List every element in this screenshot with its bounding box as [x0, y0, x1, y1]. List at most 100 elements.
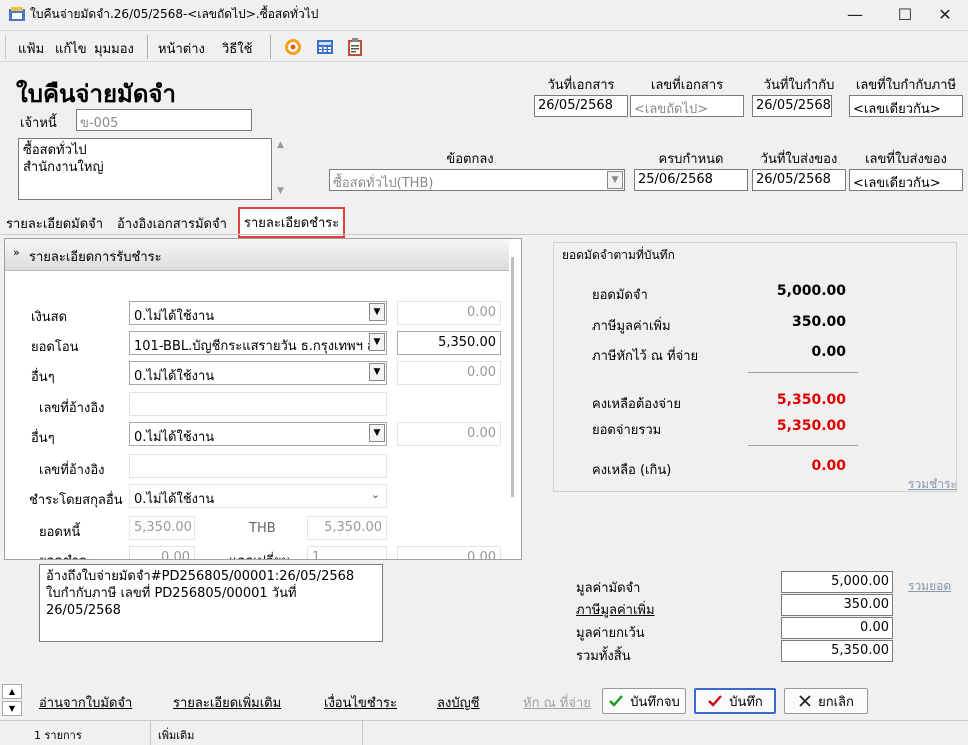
read-deposit-link[interactable]: อ่านจากใบมัดจำ	[39, 692, 132, 713]
vat-label: ภาษีมูลค่าเพิ่ม	[592, 319, 671, 334]
tab-divider	[0, 234, 968, 235]
totals-deposit-value: 5,000.00	[781, 571, 893, 593]
transfer-amount[interactable]: 5,350.00	[397, 331, 501, 355]
menu-help[interactable]: วิธีใช้	[222, 38, 252, 59]
post-ledger-link[interactable]: ลงบัญชี	[437, 692, 479, 713]
chevron-up-icon[interactable]: ▲	[2, 684, 22, 699]
totals-vat-label[interactable]: ภาษีมูลค่าเพิ่ม	[576, 599, 655, 620]
tax-date-field[interactable]: 26/05/2568	[752, 95, 832, 117]
check-icon	[609, 695, 624, 707]
scroll-up-icon[interactable]: ▲	[277, 140, 284, 150]
tax-no-field[interactable]: <เลขเดียวกัน>	[849, 95, 963, 117]
wht-value: 0.00	[811, 344, 846, 360]
minimize-button[interactable]: —	[832, 0, 878, 28]
ref2-label: เลขที่อ้างอิง	[39, 463, 105, 478]
chevron-down-icon[interactable]: ▼	[607, 171, 623, 189]
totals-deposit-label: มูลค่ามัดจำ	[576, 581, 641, 596]
paid-amount[interactable]: 0.00	[129, 546, 195, 559]
delivery-date-label: วันที่ใบส่งของ	[760, 152, 838, 167]
terms-label: ข้อตกลง	[446, 152, 494, 167]
panel-scrollbar[interactable]	[511, 257, 514, 497]
totals-total-value: 5,350.00	[781, 640, 893, 662]
status-divider	[362, 721, 363, 745]
window-title: ใบคืนจ่ายมัดจำ.26/05/2568-<เลขถัดไป>.ซื้…	[30, 7, 319, 21]
creditor-field[interactable]: ข-005	[76, 109, 252, 131]
transfer-select[interactable]: 101-BBL.บัญชีกระแสรายวัน ธ.กรุงเทพฯ ส ▼	[129, 331, 387, 355]
chevron-down-icon[interactable]: ▼	[369, 363, 385, 381]
terms-select[interactable]: ซื้อสดทั่วไป(THB) ▼	[329, 169, 625, 191]
delivery-date-field[interactable]: 26/05/2568	[752, 169, 846, 191]
paid-thb: 0.00	[397, 546, 501, 559]
address-box[interactable]: ซื้อสดทั่วไป สำนักงานใหญ่	[18, 138, 272, 200]
other1-amount[interactable]: 0.00	[397, 361, 501, 385]
sum-pay-link[interactable]: รวมชำระ	[908, 475, 957, 494]
doc-date-field[interactable]: 26/05/2568	[534, 95, 628, 117]
wht-label: ภาษีหักไว้ ณ ที่จ่าย	[592, 349, 699, 364]
status-mode: เพิ่มเติม	[158, 729, 195, 742]
pay-terms-link[interactable]: เงื่อนไขชำระ	[324, 692, 397, 713]
other1-label: อื่นๆ	[31, 370, 55, 385]
currency-label: ชำระโดยสกุลอื่น	[29, 493, 123, 508]
other2-label: อื่นๆ	[31, 431, 55, 446]
target-icon[interactable]	[283, 37, 303, 57]
tab-deposit-reference[interactable]: อ้างอิงเอกสารมัดจำ	[117, 213, 227, 234]
collapse-icon[interactable]: »	[13, 246, 20, 259]
status-count: 1 รายการ	[34, 729, 82, 742]
totals-vat-value: 350.00	[781, 594, 893, 616]
menu-edit[interactable]: แก้ไข	[55, 38, 87, 59]
sum-total-link[interactable]: รวมยอด	[908, 577, 951, 596]
total-pay-label: ยอดจ่ายรวม	[592, 423, 662, 438]
debt-label: ยอดหนี้	[39, 525, 81, 540]
deposit-label: ยอดมัดจำ	[592, 288, 648, 303]
other2-select[interactable]: 0.ไม่ได้ใช้งาน ▼	[129, 422, 387, 446]
menu-bar: แฟ้ม แก้ไข มุมมอง หน้าต่าง วิธีใช้	[0, 30, 968, 62]
menu-window[interactable]: หน้าต่าง	[158, 38, 205, 59]
more-details-link[interactable]: รายละเอียดเพิ่มเติม	[173, 692, 281, 713]
wht-link[interactable]: หัก ณ ที่จ่าย	[523, 692, 591, 713]
note-line3: 26/05/2568	[46, 603, 121, 618]
scroll-down-icon[interactable]: ▼	[277, 186, 284, 196]
chevron-down-icon[interactable]: ▼	[2, 701, 22, 716]
doc-no-field[interactable]: <เลขถัดไป>	[630, 95, 744, 117]
doc-date-label: วันที่เอกสาร	[547, 78, 615, 93]
toolbar-separator	[147, 35, 148, 59]
check-icon	[708, 695, 723, 707]
total-pay-value: 5,350.00	[776, 418, 846, 434]
currency-select[interactable]: 0.ไม่ได้ใช้งาน ⌄	[129, 484, 387, 508]
cancel-button[interactable]: ยกเลิก	[784, 688, 868, 714]
doc-no-label: เลขที่เอกสาร	[650, 78, 724, 93]
transfer-label: ยอดโอน	[31, 340, 79, 355]
chevron-down-icon[interactable]: ▼	[369, 333, 385, 351]
exchange-rate[interactable]: 1	[307, 546, 387, 559]
summary-title: ยอดมัดจำตามที่บันทึก	[562, 248, 675, 262]
status-divider	[150, 721, 151, 745]
ref2-field[interactable]	[129, 454, 387, 478]
currency-code: THB	[249, 521, 276, 536]
menu-file[interactable]: แฟ้ม	[18, 38, 44, 59]
due-date-field[interactable]: 25/06/2568	[634, 169, 748, 191]
cash-select[interactable]: 0.ไม่ได้ใช้งาน ▼	[129, 301, 387, 325]
tab-deposit-details[interactable]: รายละเอียดมัดจำ	[6, 213, 103, 234]
other2-amount[interactable]: 0.00	[397, 422, 501, 446]
cash-amount[interactable]: 0.00	[397, 301, 501, 325]
delivery-no-label: เลขที่ใบส่งของ	[865, 152, 947, 167]
other1-select[interactable]: 0.ไม่ได้ใช้งาน ▼	[129, 361, 387, 385]
note-box[interactable]: อ้างถึงใบจ่ายมัดจำ#PD256805/00001:26/05/…	[39, 564, 383, 642]
payment-section-header[interactable]: » รายละเอียดการรับชำระ	[5, 239, 509, 271]
address-line1: ซื้อสดทั่วไป	[23, 143, 87, 158]
tax-date-label: วันที่ใบกำกับ	[763, 78, 835, 93]
close-button[interactable]: ✕	[922, 0, 968, 28]
delivery-no-field[interactable]: <เลขเดียวกัน>	[849, 169, 963, 191]
save-close-button[interactable]: บันทึกจบ	[602, 688, 686, 714]
save-button[interactable]: บันทึก	[694, 688, 776, 714]
clipboard-icon[interactable]	[345, 37, 365, 57]
paid-label: ยอดชำระ	[39, 550, 93, 559]
chevron-down-icon[interactable]: ▼	[369, 303, 385, 321]
menu-view[interactable]: มุมมอง	[94, 38, 134, 59]
balance-label: คงเหลือ (เกิน)	[592, 463, 672, 478]
calculator-icon[interactable]	[315, 37, 335, 57]
ref1-field[interactable]	[129, 392, 387, 416]
chevron-down-icon[interactable]: ▼	[369, 424, 385, 442]
chevron-down-icon[interactable]: ⌄	[371, 488, 380, 501]
remain-value: 5,350.00	[776, 392, 846, 408]
